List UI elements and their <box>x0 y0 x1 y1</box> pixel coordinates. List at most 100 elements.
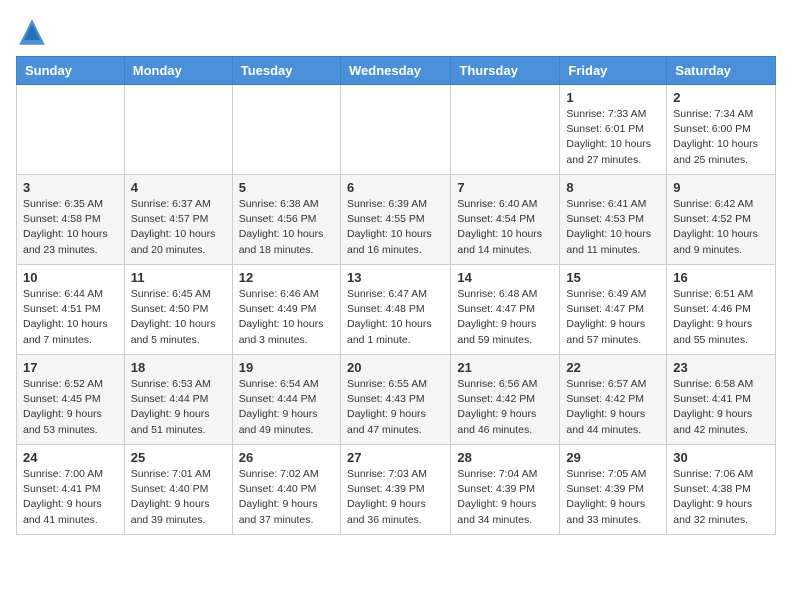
day-info: Sunrise: 6:37 AM Sunset: 4:57 PM Dayligh… <box>131 197 226 258</box>
calendar: SundayMondayTuesdayWednesdayThursdayFrid… <box>16 56 776 535</box>
calendar-cell-5-5: 28 Sunrise: 7:04 AM Sunset: 4:39 PM Dayli… <box>451 445 560 535</box>
day-number: 7 <box>457 180 553 195</box>
day-info: Sunrise: 7:02 AM Sunset: 4:40 PM Dayligh… <box>239 467 334 528</box>
day-info: Sunrise: 7:00 AM Sunset: 4:41 PM Dayligh… <box>23 467 118 528</box>
day-info: Sunrise: 6:46 AM Sunset: 4:49 PM Dayligh… <box>239 287 334 348</box>
calendar-cell-4-5: 21 Sunrise: 6:56 AM Sunset: 4:42 PM Dayli… <box>451 355 560 445</box>
calendar-cell-5-7: 30Sunrise: 7:06 AM Sunset: 4:38 PM Dayli… <box>667 445 776 535</box>
calendar-week-1: 1 Sunrise: 7:33 AM Sunset: 6:01 PM Daylig… <box>17 85 776 175</box>
calendar-cell-4-2: 18 Sunrise: 6:53 AM Sunset: 4:44 PM Dayli… <box>124 355 232 445</box>
calendar-week-2: 3 Sunrise: 6:35 AM Sunset: 4:58 PM Daylig… <box>17 175 776 265</box>
logo <box>16 16 54 48</box>
day-info: Sunrise: 7:04 AM Sunset: 4:39 PM Dayligh… <box>457 467 553 528</box>
calendar-header-friday: Friday <box>560 57 667 85</box>
day-number: 1 <box>566 90 660 105</box>
day-number: 19 <box>239 360 334 375</box>
day-number: 26 <box>239 450 334 465</box>
day-number: 8 <box>566 180 660 195</box>
day-number: 13 <box>347 270 444 285</box>
calendar-cell-5-2: 25 Sunrise: 7:01 AM Sunset: 4:40 PM Dayli… <box>124 445 232 535</box>
day-info: Sunrise: 6:56 AM Sunset: 4:42 PM Dayligh… <box>457 377 553 438</box>
calendar-cell-2-7: 9 Sunrise: 6:42 AM Sunset: 4:52 PM Daylig… <box>667 175 776 265</box>
calendar-week-3: 10 Sunrise: 6:44 AM Sunset: 4:51 PM Dayli… <box>17 265 776 355</box>
day-number: 24 <box>23 450 118 465</box>
calendar-header-monday: Monday <box>124 57 232 85</box>
calendar-cell-3-3: 12 Sunrise: 6:46 AM Sunset: 4:49 PM Dayli… <box>232 265 340 355</box>
day-info: Sunrise: 6:44 AM Sunset: 4:51 PM Dayligh… <box>23 287 118 348</box>
day-info: Sunrise: 6:45 AM Sunset: 4:50 PM Dayligh… <box>131 287 226 348</box>
day-info: Sunrise: 7:05 AM Sunset: 4:39 PM Dayligh… <box>566 467 660 528</box>
day-info: Sunrise: 6:49 AM Sunset: 4:47 PM Dayligh… <box>566 287 660 348</box>
day-number: 3 <box>23 180 118 195</box>
day-number: 6 <box>347 180 444 195</box>
day-number: 15 <box>566 270 660 285</box>
calendar-header-tuesday: Tuesday <box>232 57 340 85</box>
day-number: 29 <box>566 450 660 465</box>
calendar-cell-5-1: 24 Sunrise: 7:00 AM Sunset: 4:41 PM Dayli… <box>17 445 125 535</box>
day-number: 23 <box>673 360 769 375</box>
calendar-cell-1-7: 2 Sunrise: 7:34 AM Sunset: 6:00 PM Daylig… <box>667 85 776 175</box>
calendar-header-wednesday: Wednesday <box>340 57 450 85</box>
calendar-cell-4-7: 23 Sunrise: 6:58 AM Sunset: 4:41 PM Dayli… <box>667 355 776 445</box>
day-info: Sunrise: 7:01 AM Sunset: 4:40 PM Dayligh… <box>131 467 226 528</box>
calendar-cell-4-1: 17 Sunrise: 6:52 AM Sunset: 4:45 PM Dayli… <box>17 355 125 445</box>
calendar-cell-3-4: 13 Sunrise: 6:47 AM Sunset: 4:48 PM Dayli… <box>340 265 450 355</box>
day-number: 9 <box>673 180 769 195</box>
day-number: 21 <box>457 360 553 375</box>
day-info: Sunrise: 6:53 AM Sunset: 4:44 PM Dayligh… <box>131 377 226 438</box>
calendar-week-4: 17 Sunrise: 6:52 AM Sunset: 4:45 PM Dayli… <box>17 355 776 445</box>
day-number: 30 <box>673 450 769 465</box>
calendar-cell-4-6: 22 Sunrise: 6:57 AM Sunset: 4:42 PM Dayli… <box>560 355 667 445</box>
day-info: Sunrise: 6:54 AM Sunset: 4:44 PM Dayligh… <box>239 377 334 438</box>
day-info: Sunrise: 6:52 AM Sunset: 4:45 PM Dayligh… <box>23 377 118 438</box>
calendar-cell-2-5: 7 Sunrise: 6:40 AM Sunset: 4:54 PM Daylig… <box>451 175 560 265</box>
day-info: Sunrise: 7:34 AM Sunset: 6:00 PM Dayligh… <box>673 107 769 168</box>
day-number: 12 <box>239 270 334 285</box>
day-info: Sunrise: 6:57 AM Sunset: 4:42 PM Dayligh… <box>566 377 660 438</box>
calendar-week-5: 24 Sunrise: 7:00 AM Sunset: 4:41 PM Dayli… <box>17 445 776 535</box>
calendar-cell-4-3: 19 Sunrise: 6:54 AM Sunset: 4:44 PM Dayli… <box>232 355 340 445</box>
calendar-cell-5-4: 27 Sunrise: 7:03 AM Sunset: 4:39 PM Dayli… <box>340 445 450 535</box>
day-number: 22 <box>566 360 660 375</box>
day-number: 20 <box>347 360 444 375</box>
calendar-cell-1-4 <box>340 85 450 175</box>
calendar-cell-1-6: 1 Sunrise: 7:33 AM Sunset: 6:01 PM Daylig… <box>560 85 667 175</box>
calendar-header-thursday: Thursday <box>451 57 560 85</box>
day-number: 17 <box>23 360 118 375</box>
day-number: 5 <box>239 180 334 195</box>
day-number: 4 <box>131 180 226 195</box>
day-number: 25 <box>131 450 226 465</box>
day-number: 14 <box>457 270 553 285</box>
day-info: Sunrise: 7:03 AM Sunset: 4:39 PM Dayligh… <box>347 467 444 528</box>
calendar-cell-1-2 <box>124 85 232 175</box>
calendar-cell-3-1: 10 Sunrise: 6:44 AM Sunset: 4:51 PM Dayli… <box>17 265 125 355</box>
day-info: Sunrise: 6:47 AM Sunset: 4:48 PM Dayligh… <box>347 287 444 348</box>
calendar-cell-2-2: 4 Sunrise: 6:37 AM Sunset: 4:57 PM Daylig… <box>124 175 232 265</box>
calendar-header-saturday: Saturday <box>667 57 776 85</box>
day-number: 2 <box>673 90 769 105</box>
day-info: Sunrise: 6:58 AM Sunset: 4:41 PM Dayligh… <box>673 377 769 438</box>
day-number: 18 <box>131 360 226 375</box>
calendar-header-row: SundayMondayTuesdayWednesdayThursdayFrid… <box>17 57 776 85</box>
day-info: Sunrise: 6:40 AM Sunset: 4:54 PM Dayligh… <box>457 197 553 258</box>
calendar-cell-3-7: 16Sunrise: 6:51 AM Sunset: 4:46 PM Dayli… <box>667 265 776 355</box>
day-number: 10 <box>23 270 118 285</box>
calendar-cell-4-4: 20Sunrise: 6:55 AM Sunset: 4:43 PM Dayli… <box>340 355 450 445</box>
day-number: 11 <box>131 270 226 285</box>
day-info: Sunrise: 6:42 AM Sunset: 4:52 PM Dayligh… <box>673 197 769 258</box>
calendar-cell-1-3 <box>232 85 340 175</box>
day-info: Sunrise: 6:41 AM Sunset: 4:53 PM Dayligh… <box>566 197 660 258</box>
day-info: Sunrise: 6:48 AM Sunset: 4:47 PM Dayligh… <box>457 287 553 348</box>
calendar-cell-3-2: 11 Sunrise: 6:45 AM Sunset: 4:50 PM Dayli… <box>124 265 232 355</box>
calendar-cell-1-1 <box>17 85 125 175</box>
logo-icon <box>16 16 48 48</box>
calendar-cell-2-1: 3 Sunrise: 6:35 AM Sunset: 4:58 PM Daylig… <box>17 175 125 265</box>
day-info: Sunrise: 6:38 AM Sunset: 4:56 PM Dayligh… <box>239 197 334 258</box>
day-info: Sunrise: 7:33 AM Sunset: 6:01 PM Dayligh… <box>566 107 660 168</box>
calendar-cell-2-3: 5 Sunrise: 6:38 AM Sunset: 4:56 PM Daylig… <box>232 175 340 265</box>
day-number: 27 <box>347 450 444 465</box>
day-number: 28 <box>457 450 553 465</box>
day-info: Sunrise: 6:35 AM Sunset: 4:58 PM Dayligh… <box>23 197 118 258</box>
calendar-cell-2-4: 6Sunrise: 6:39 AM Sunset: 4:55 PM Daylig… <box>340 175 450 265</box>
calendar-cell-5-3: 26 Sunrise: 7:02 AM Sunset: 4:40 PM Dayli… <box>232 445 340 535</box>
